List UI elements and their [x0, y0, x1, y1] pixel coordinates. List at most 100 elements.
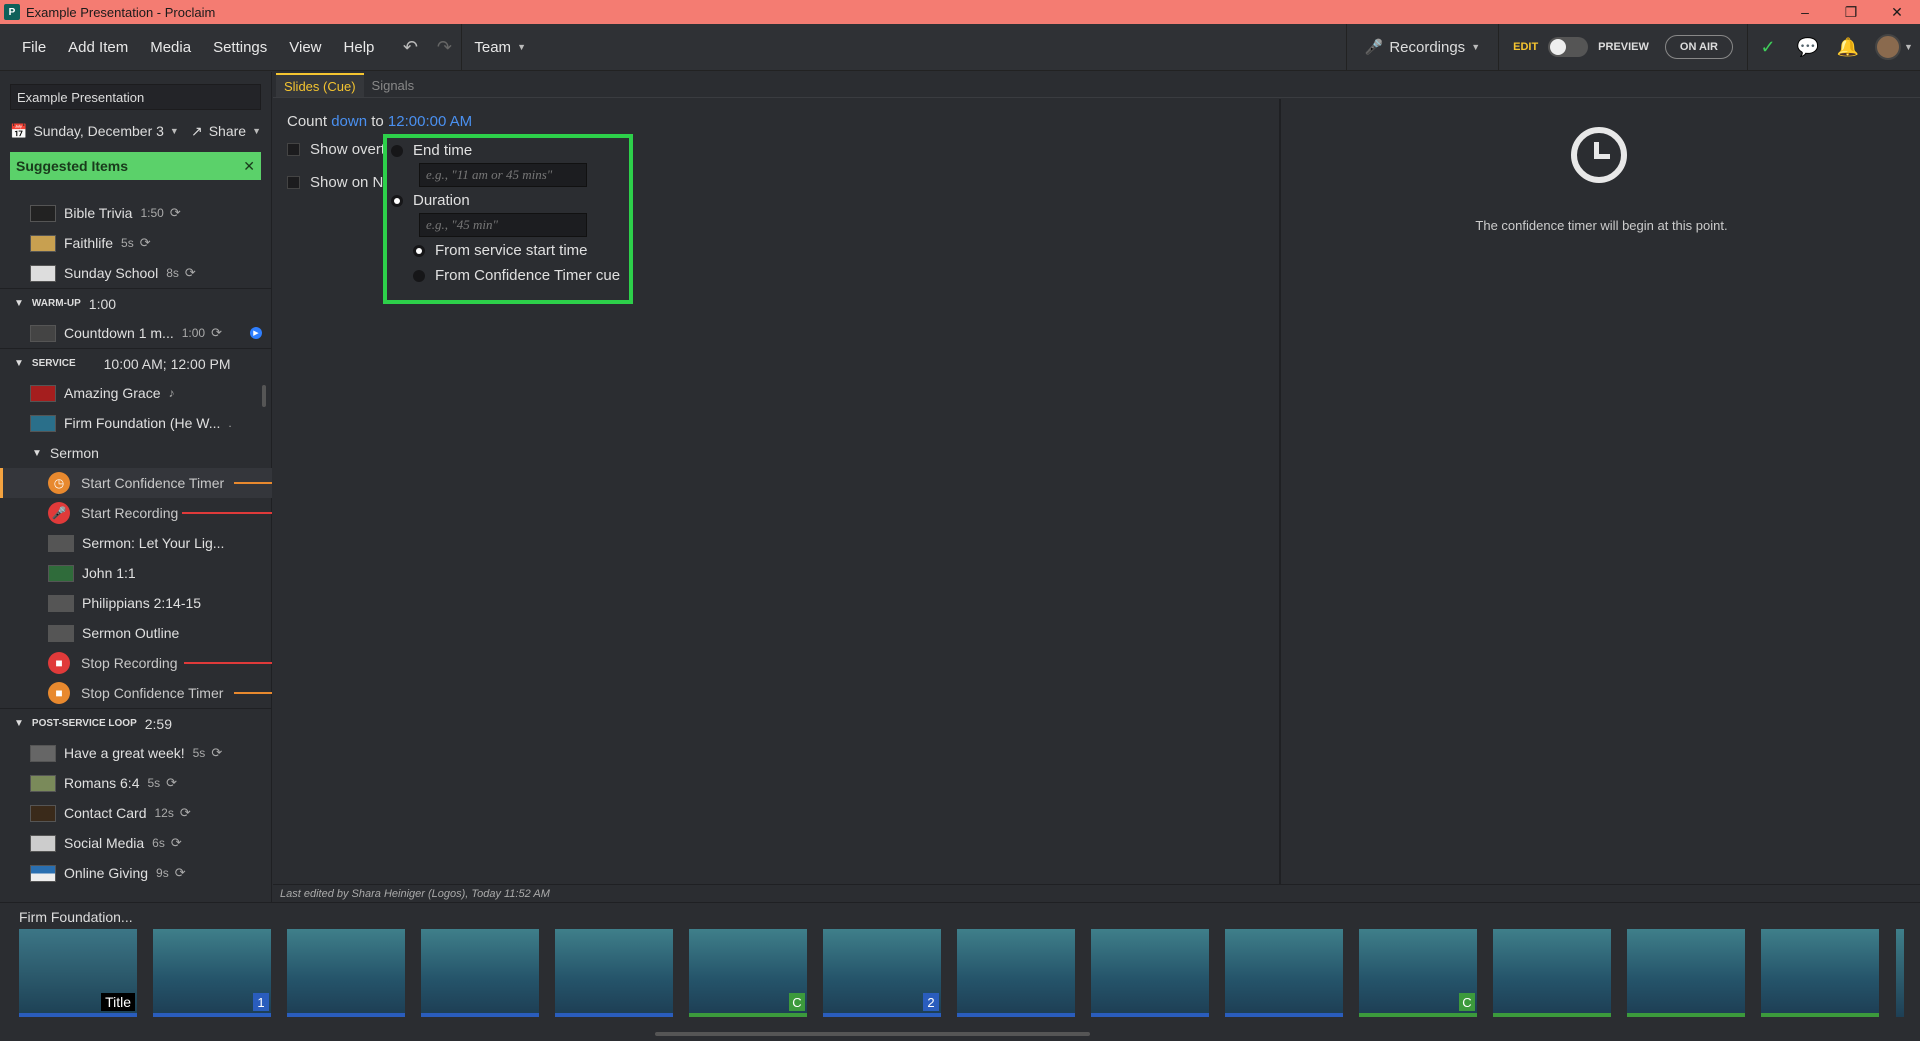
menu-view[interactable]: View [278, 24, 332, 71]
redo-icon[interactable]: ↷ [427, 24, 461, 71]
menu-file[interactable]: File [0, 24, 57, 71]
tab-signals[interactable]: Signals [364, 73, 423, 97]
clock-icon: ◷ [48, 472, 70, 494]
collapse-triangle-icon[interactable]: ▼ [14, 298, 24, 309]
restore-icon[interactable]: ❐ [1828, 0, 1874, 24]
slide-thumbnail[interactable] [421, 929, 539, 1017]
cue-start-confidence-timer[interactable]: ◷ Start Confidence Timer [0, 468, 272, 498]
list-item[interactable]: Social Media 6s ⟳ [0, 828, 272, 858]
edit-preview-switch: EDIT PREVIEW ON AIR [1499, 24, 1747, 71]
cue-range-line [182, 512, 272, 514]
chevron-down-icon: ▼ [517, 42, 526, 52]
item-name: Social Media [64, 835, 145, 851]
undo-icon[interactable]: ↶ [393, 24, 427, 71]
service-date-button[interactable]: 📅 Sunday, December 3 ▼ [10, 123, 179, 140]
slide-thumbnail[interactable]: 2 [823, 929, 941, 1017]
list-item[interactable]: Contact Card 12s ⟳ [0, 798, 272, 828]
show-overtime-checkbox[interactable]: Show overti [287, 141, 388, 158]
team-dropdown[interactable]: Team ▼ [462, 24, 538, 71]
collapse-triangle-icon[interactable]: ▼ [14, 358, 24, 369]
recordings-dropdown[interactable]: 🎤 Recordings ▼ [1345, 23, 1500, 71]
item-name: Romans 6:4 [64, 775, 140, 791]
count-target-time-link[interactable]: 12:00:00 AM [388, 113, 472, 130]
presentation-title-field[interactable]: Example Presentation [10, 84, 261, 110]
sidebar-scrollbar[interactable] [262, 385, 266, 407]
menu-settings[interactable]: Settings [202, 24, 278, 71]
radio-button[interactable] [413, 269, 425, 282]
cue-stop-confidence-timer[interactable]: ■ Stop Confidence Timer [0, 678, 272, 708]
list-item[interactable]: Sermon Outline [0, 618, 272, 648]
slide-thumbnail[interactable] [1225, 929, 1343, 1017]
end-time-option[interactable]: End time [391, 142, 472, 159]
on-air-button[interactable]: ON AIR [1664, 35, 1733, 59]
duration-input[interactable] [419, 213, 587, 237]
play-indicator-icon: ▶ [250, 327, 262, 339]
share-button[interactable]: ↗ Share ▼ [191, 123, 261, 140]
section-duration: 2:59 [144, 715, 172, 732]
section-header-service[interactable]: ▼ SERVICE 10:00 AM; 12:00 PM [0, 348, 272, 378]
slide-thumbnail[interactable] [555, 929, 673, 1017]
menu-add-item[interactable]: Add Item [57, 24, 139, 71]
list-item[interactable]: Have a great week! 5s ⟳ [0, 738, 272, 768]
slide-thumbnail[interactable]: C [689, 929, 807, 1017]
list-item[interactable]: Amazing Grace ♪ [0, 378, 272, 408]
slide-thumbnail[interactable]: 1 [153, 929, 271, 1017]
list-item[interactable]: Philippians 2:14-15 [0, 588, 272, 618]
cue-name: Stop Confidence Timer [81, 685, 224, 701]
slide-thumbnail-partial[interactable] [1896, 929, 1904, 1017]
collapse-triangle-icon[interactable]: ▼ [14, 718, 24, 729]
section-header-warmup[interactable]: ▼ WARM-UP 1:00 [0, 288, 272, 318]
slide-badge: 2 [923, 993, 939, 1011]
menu-help[interactable]: Help [333, 24, 386, 71]
slide-thumbnail[interactable]: C [1359, 929, 1477, 1017]
radio-button[interactable] [391, 144, 403, 157]
list-item[interactable]: Faithlife 5s ⟳ [0, 228, 272, 258]
show-on-notes-checkbox[interactable]: Show on No [287, 174, 392, 191]
list-item[interactable]: Countdown 1 m... 1:00 ⟳ ▶ [0, 318, 272, 348]
list-item[interactable]: Sunday School 8s ⟳ [0, 258, 272, 288]
from-service-start-option[interactable]: From service start time [413, 242, 588, 259]
bell-icon[interactable]: 🔔 [1828, 24, 1868, 71]
item-thumbnail [30, 864, 56, 882]
sync-check-icon[interactable]: ✓ [1748, 24, 1788, 71]
checkbox[interactable] [287, 176, 300, 189]
strip-scrollbar[interactable] [655, 1032, 1090, 1036]
suggested-items-bar[interactable]: Suggested Items ✕ [10, 152, 261, 180]
slide-thumbnail[interactable] [1091, 929, 1209, 1017]
list-item[interactable]: Bible Trivia 1:50 ⟳ [0, 198, 272, 228]
slide-thumbnail[interactable] [287, 929, 405, 1017]
user-menu[interactable]: ▼ [1868, 24, 1920, 71]
close-window-icon[interactable]: ✕ [1874, 0, 1920, 24]
menu-media[interactable]: Media [139, 24, 202, 71]
minimize-icon[interactable]: – [1782, 0, 1828, 24]
end-time-input[interactable] [419, 163, 587, 187]
checkbox[interactable] [287, 143, 300, 156]
close-icon[interactable]: ✕ [243, 158, 255, 175]
from-cue-option[interactable]: From Confidence Timer cue [413, 267, 620, 284]
section-header-post-service-loop[interactable]: ▼ POST-SERVICE LOOP 2:59 [0, 708, 272, 738]
chat-icon[interactable]: 💬 [1788, 24, 1828, 71]
slide-thumbnail[interactable] [1493, 929, 1611, 1017]
tab-slides-cue[interactable]: Slides (Cue) [276, 73, 364, 97]
edit-preview-toggle[interactable] [1548, 37, 1589, 57]
slide-thumbnail[interactable]: Title [19, 929, 137, 1017]
cue-stop-recording[interactable]: ■ Stop Recording [0, 648, 272, 678]
list-item[interactable]: John 1:1 [0, 558, 272, 588]
cue-start-recording[interactable]: 🎤 Start Recording [0, 498, 272, 528]
radio-button[interactable] [391, 194, 403, 207]
list-item[interactable]: Romans 6:4 5s ⟳ [0, 768, 272, 798]
list-item[interactable]: Firm Foundation (He W... . [0, 408, 272, 438]
collapse-triangle-icon[interactable]: ▼ [32, 448, 42, 459]
slide-thumbnail[interactable] [1761, 929, 1879, 1017]
duration-option[interactable]: Duration [391, 192, 470, 209]
item-thumbnail [30, 204, 56, 222]
slide-thumbnail[interactable] [957, 929, 1075, 1017]
slide-thumbnail[interactable] [1627, 929, 1745, 1017]
item-duration: 9s [156, 866, 169, 880]
group-sermon[interactable]: ▼ Sermon [0, 438, 272, 468]
list-item[interactable]: Sermon: Let Your Lig... [0, 528, 272, 558]
count-direction-link[interactable]: down [331, 113, 367, 130]
list-item[interactable]: Online Giving 9s ⟳ [0, 858, 272, 888]
radio-button[interactable] [413, 244, 425, 257]
cue-range-line [234, 692, 272, 694]
